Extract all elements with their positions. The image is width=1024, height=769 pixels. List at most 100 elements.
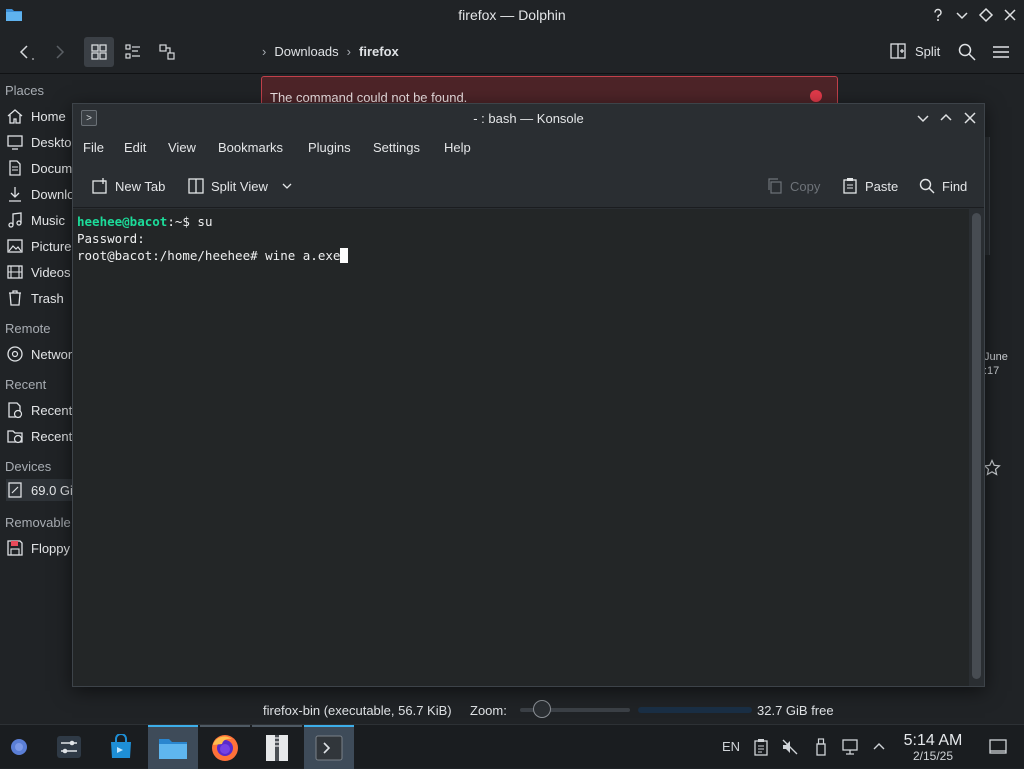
places-item-desktop[interactable]: Desktop bbox=[6, 131, 72, 153]
terminal-cursor bbox=[340, 248, 349, 263]
places-item-label: 69.0 GiB Hard Drive bbox=[31, 482, 72, 498]
split-view-button[interactable]: Split View bbox=[187, 177, 294, 195]
places-item-videos[interactable]: Videos bbox=[6, 261, 72, 283]
recent-heading: Recent bbox=[5, 377, 47, 392]
terminal-icon bbox=[315, 735, 343, 761]
find-label: Find bbox=[942, 178, 968, 194]
document-icon bbox=[9, 160, 21, 176]
application-launcher-button[interactable] bbox=[0, 725, 38, 769]
zoom-slider-handle[interactable] bbox=[533, 700, 551, 718]
copy-label: Copy bbox=[790, 178, 821, 194]
menu-settings[interactable]: Settings bbox=[373, 140, 420, 155]
places-heading: Places bbox=[5, 83, 45, 98]
star-icon[interactable] bbox=[983, 459, 1001, 477]
places-item-music[interactable]: Music bbox=[6, 209, 72, 231]
remote-heading: Remote bbox=[5, 321, 51, 336]
places-item-downloads[interactable]: Downloads bbox=[6, 183, 72, 205]
places-item-label: Home bbox=[31, 108, 66, 124]
places-item-documents[interactable]: Documents bbox=[6, 157, 72, 179]
places-item-label: Desktop bbox=[31, 134, 72, 150]
usb-device-icon[interactable] bbox=[812, 738, 830, 756]
taskbar-discover[interactable] bbox=[96, 725, 146, 769]
terminal-area[interactable]: heehee@bacot:~$ su Password: root@bacot:… bbox=[73, 209, 969, 686]
terminal-scrollbar-thumb[interactable] bbox=[972, 213, 981, 679]
places-item-home[interactable]: Home bbox=[6, 105, 72, 127]
zoom-label: Zoom: bbox=[470, 703, 507, 718]
back-button[interactable] bbox=[10, 37, 40, 67]
minimize-icon[interactable] bbox=[915, 110, 931, 126]
menu-plugins[interactable]: Plugins bbox=[308, 140, 351, 155]
places-item-label: Recent Locations bbox=[31, 428, 72, 444]
places-item-label: Videos bbox=[31, 264, 71, 280]
clipboard-icon[interactable] bbox=[752, 738, 770, 756]
taskbar-konsole[interactable] bbox=[304, 725, 354, 769]
recent-files-icon bbox=[8, 402, 23, 419]
places-item-floppy[interactable]: Floppy Disk bbox=[6, 537, 72, 559]
places-item-hard-drive[interactable]: 69.0 GiB Hard Drive bbox=[6, 479, 72, 501]
details-view-button[interactable] bbox=[152, 37, 182, 67]
breadcrumb-firefox[interactable]: firefox bbox=[359, 44, 399, 59]
compact-view-button[interactable] bbox=[118, 37, 148, 67]
terminal-current-command: root@bacot:/home/heehee# wine a.exe bbox=[77, 248, 341, 263]
taskbar-dolphin[interactable] bbox=[148, 725, 198, 769]
chevron-down-icon bbox=[282, 183, 292, 189]
breadcrumb: › Downloads › firefox bbox=[262, 44, 399, 59]
close-icon[interactable] bbox=[962, 110, 978, 126]
keyboard-layout[interactable]: EN bbox=[722, 739, 740, 754]
clock-time[interactable]: 5:14 AM bbox=[884, 732, 982, 750]
copy-button[interactable]: Copy bbox=[766, 177, 820, 195]
taskbar-system-settings[interactable] bbox=[44, 725, 94, 769]
forward-button[interactable] bbox=[44, 37, 74, 67]
minimize-icon[interactable] bbox=[953, 6, 971, 24]
maximize-icon[interactable] bbox=[977, 6, 995, 24]
dolphin-titlebar[interactable]: firefox — Dolphin bbox=[0, 0, 1024, 30]
search-icon[interactable] bbox=[957, 42, 977, 62]
close-icon[interactable] bbox=[1001, 6, 1019, 24]
show-desktop-icon[interactable] bbox=[988, 737, 1008, 757]
konsole-window: > - : bash — Konsole File Edit View Book… bbox=[72, 103, 985, 687]
menu-file[interactable]: File bbox=[83, 140, 104, 155]
places-item-network[interactable]: Network bbox=[6, 343, 72, 365]
places-item-pictures[interactable]: Pictures bbox=[6, 235, 72, 257]
terminal-scrollbar[interactable] bbox=[969, 209, 984, 686]
menu-view[interactable]: View bbox=[168, 140, 196, 155]
menu-help[interactable]: Help bbox=[444, 140, 471, 155]
volume-muted-icon[interactable] bbox=[781, 738, 799, 756]
terminal-prompt-user: heehee@bacot bbox=[77, 214, 168, 229]
taskbar-firefox[interactable] bbox=[200, 725, 250, 769]
clock-date[interactable]: 2/15/25 bbox=[884, 749, 982, 763]
maximize-icon[interactable] bbox=[938, 110, 954, 126]
breadcrumb-downloads[interactable]: Downloads bbox=[274, 44, 338, 59]
error-close-icon[interactable] bbox=[810, 90, 822, 102]
settings-icon bbox=[57, 736, 81, 758]
store-icon bbox=[111, 734, 131, 758]
split-label: Split bbox=[915, 43, 941, 59]
konsole-window-title: - : bash — Konsole bbox=[473, 111, 584, 126]
split-button[interactable]: Split bbox=[889, 42, 940, 60]
paste-button[interactable]: Paste bbox=[841, 177, 898, 195]
search-icon bbox=[919, 178, 935, 194]
places-item-trash[interactable]: Trash bbox=[6, 287, 72, 309]
taskbar-ark[interactable] bbox=[252, 725, 302, 769]
folder-icon bbox=[159, 739, 187, 759]
new-tab-button[interactable]: New Tab bbox=[91, 177, 165, 195]
places-item-recent-files[interactable]: Recent Files bbox=[6, 399, 72, 421]
menu-bookmarks[interactable]: Bookmarks bbox=[218, 140, 283, 155]
places-item-recent-locations[interactable]: Recent Locations bbox=[6, 425, 72, 447]
icons-view-button[interactable] bbox=[84, 37, 114, 67]
launcher-icon bbox=[11, 739, 27, 755]
split-view-icon bbox=[188, 178, 204, 194]
archive-icon bbox=[266, 735, 288, 761]
pictures-icon bbox=[7, 239, 23, 253]
konsole-menubar: File Edit View Bookmarks Plugins Setting… bbox=[73, 132, 984, 164]
places-item-label: Recent Files bbox=[31, 402, 72, 418]
konsole-titlebar[interactable]: > - : bash — Konsole bbox=[73, 104, 984, 132]
find-button[interactable]: Find bbox=[918, 177, 967, 195]
places-item-label: Floppy Disk bbox=[31, 540, 72, 556]
hamburger-menu-icon[interactable] bbox=[991, 42, 1011, 62]
network-wired-icon[interactable] bbox=[841, 738, 859, 756]
menu-edit[interactable]: Edit bbox=[124, 140, 146, 155]
free-space-bar bbox=[638, 707, 752, 713]
chevron-right-icon: › bbox=[262, 44, 267, 59]
help-icon[interactable] bbox=[929, 6, 947, 24]
